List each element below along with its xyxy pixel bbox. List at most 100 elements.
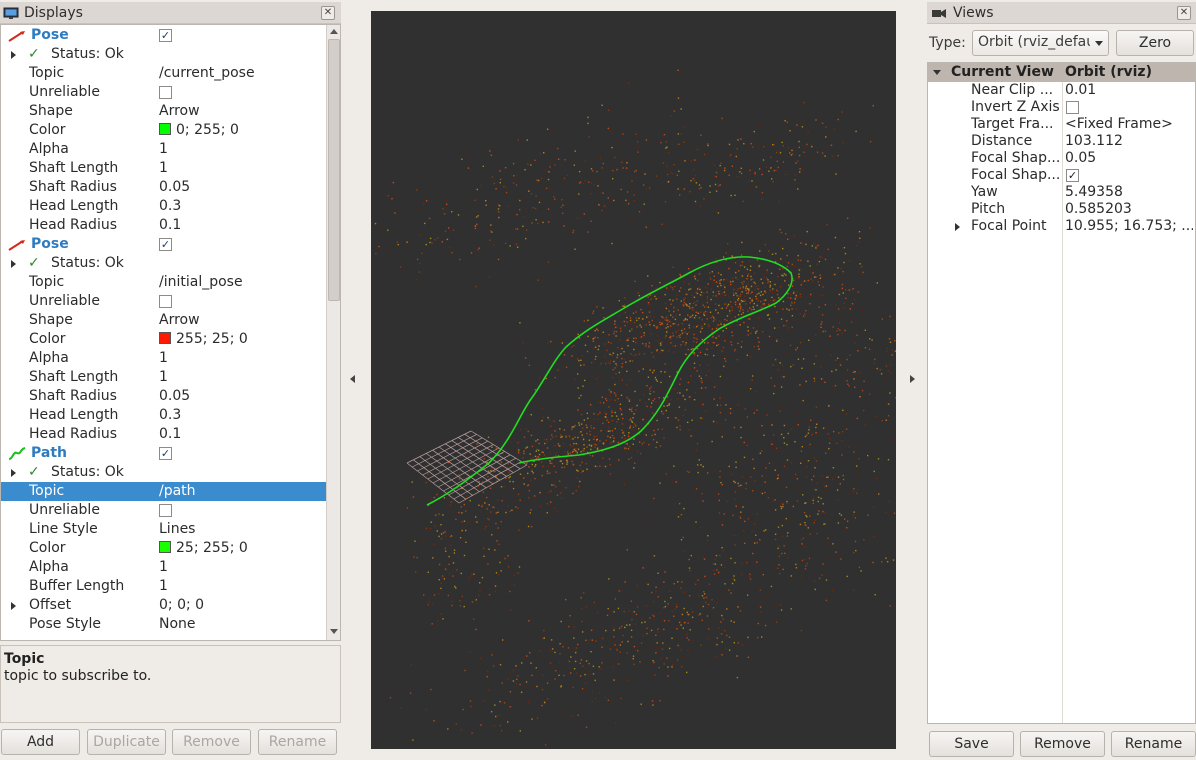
expand-arrow-icon[interactable] [11, 260, 16, 268]
view-property-row[interactable]: Focal Shap... 0.05 [928, 150, 1195, 167]
duplicate-button[interactable]: Duplicate [87, 729, 166, 755]
property-row[interactable]: ✓ Status: Ok [1, 254, 326, 273]
expand-arrow-icon[interactable] [11, 602, 16, 610]
property-value[interactable]: 1 [159, 577, 168, 596]
enable-checkbox[interactable]: ✓ [159, 29, 172, 42]
view-property-checkbox[interactable] [1066, 101, 1079, 114]
property-value[interactable]: 1 [159, 368, 168, 387]
rename-view-button[interactable]: Rename [1111, 731, 1196, 757]
property-row[interactable]: Shaft Radius 0.05 [1, 387, 326, 406]
property-row[interactable]: Head Radius 0.1 [1, 216, 326, 235]
property-row[interactable]: Alpha 1 [1, 558, 326, 577]
save-button[interactable]: Save [929, 731, 1014, 757]
enable-checkbox[interactable]: ✓ [159, 447, 172, 460]
expand-arrow-icon[interactable] [11, 469, 16, 477]
enable-checkbox[interactable]: ✓ [159, 238, 172, 251]
view-property-value[interactable]: 5.49358 [1065, 184, 1193, 201]
property-value[interactable]: 0.05 [159, 387, 190, 406]
property-value[interactable]: 1 [159, 140, 168, 159]
property-value[interactable]: 255; 25; 0 [159, 330, 248, 349]
add-button[interactable]: Add [1, 729, 80, 755]
view-type-select[interactable]: Orbit (rviz_defau [972, 30, 1109, 56]
property-row[interactable]: Color 0; 255; 0 [1, 121, 326, 140]
remove-button[interactable]: Remove [172, 729, 251, 755]
view-property-checkbox[interactable]: ✓ [1066, 169, 1079, 182]
property-value[interactable]: None [159, 615, 196, 634]
property-row[interactable]: Unreliable [1, 292, 326, 311]
scroll-down-icon[interactable] [330, 629, 338, 634]
property-value[interactable]: /current_pose [159, 64, 255, 83]
collapse-left-icon[interactable] [350, 375, 355, 383]
property-row[interactable]: Shape Arrow [1, 102, 326, 121]
view-property-row[interactable]: Yaw 5.49358 [928, 184, 1195, 201]
view-property-row[interactable]: Target Fra... <Fixed Frame> [928, 116, 1195, 133]
view-property-value[interactable]: 10.955; 16.753; ... [1065, 218, 1193, 235]
view-property-row[interactable]: Focal Point 10.955; 16.753; ... [928, 218, 1195, 235]
scrollbar[interactable] [326, 25, 340, 640]
display-row-path[interactable]: Path ✓ [1, 444, 326, 463]
property-row[interactable]: Color 25; 255; 0 [1, 539, 326, 558]
expand-arrow-icon[interactable] [955, 223, 960, 231]
point-cloud-scene[interactable] [371, 11, 896, 749]
property-row[interactable]: Alpha 1 [1, 140, 326, 159]
view-property-row[interactable]: Near Clip ... 0.01 [928, 82, 1195, 99]
render-viewport[interactable] [371, 11, 896, 749]
scroll-up-icon[interactable] [330, 29, 338, 34]
property-value[interactable]: /initial_pose [159, 273, 243, 292]
property-row[interactable]: Buffer Length 1 [1, 577, 326, 596]
property-row[interactable]: Head Length 0.3 [1, 406, 326, 425]
view-property-value[interactable]: 0.05 [1065, 150, 1193, 167]
property-value[interactable]: 0.3 [159, 406, 181, 425]
view-property-row[interactable]: Focal Shap... ✓ [928, 167, 1195, 184]
property-row[interactable]: Shape Arrow [1, 311, 326, 330]
property-value[interactable]: 0.3 [159, 197, 181, 216]
property-row[interactable]: Shaft Length 1 [1, 159, 326, 178]
view-property-row[interactable]: Invert Z Axis [928, 99, 1195, 116]
property-value[interactable]: Lines [159, 520, 195, 539]
close-icon[interactable]: ✕ [1177, 6, 1191, 20]
property-row[interactable]: Topic/current_pose [1, 64, 326, 83]
property-row[interactable]: Line Style Lines [1, 520, 326, 539]
close-icon[interactable]: ✕ [321, 6, 335, 20]
property-value[interactable]: 0; 0; 0 [159, 596, 204, 615]
property-row[interactable]: ✓ Status: Ok [1, 463, 326, 482]
property-value[interactable]: 1 [159, 558, 168, 577]
expanded-icon[interactable] [933, 70, 941, 75]
expand-arrow-icon[interactable] [11, 51, 16, 59]
property-value[interactable]: 25; 255; 0 [159, 539, 248, 558]
property-value[interactable]: 0.05 [159, 178, 190, 197]
view-property-row[interactable]: Distance 103.112 [928, 133, 1195, 150]
collapse-right-icon[interactable] [910, 375, 915, 383]
property-checkbox[interactable] [159, 86, 172, 99]
property-row[interactable]: ✓ Status: Ok [1, 45, 326, 64]
property-row[interactable]: Color 255; 25; 0 [1, 330, 326, 349]
property-value[interactable]: 0.1 [159, 216, 181, 235]
current-view-header[interactable]: Current View Orbit (rviz) [928, 63, 1195, 82]
view-property-value[interactable]: <Fixed Frame> [1065, 116, 1193, 133]
view-property-value[interactable]: 0.01 [1065, 82, 1193, 99]
property-row[interactable]: Pose Style None [1, 615, 326, 634]
property-value[interactable]: 1 [159, 349, 168, 368]
view-property-row[interactable]: Pitch 0.585203 [928, 201, 1195, 218]
view-property-value[interactable]: 0.585203 [1065, 201, 1193, 218]
property-value[interactable]: 0; 255; 0 [159, 121, 239, 140]
property-checkbox[interactable] [159, 295, 172, 308]
property-row[interactable]: Unreliable [1, 501, 326, 520]
property-row[interactable]: Topic/initial_pose [1, 273, 326, 292]
display-row-pose[interactable]: Pose ✓ [1, 235, 326, 254]
property-row[interactable]: Unreliable [1, 83, 326, 102]
property-value[interactable]: Arrow [159, 102, 200, 121]
zero-button[interactable]: Zero [1116, 30, 1194, 56]
property-row[interactable]: Shaft Length 1 [1, 368, 326, 387]
property-row[interactable]: Topic/path [1, 482, 326, 501]
view-property-value[interactable]: 103.112 [1065, 133, 1193, 150]
property-row[interactable]: Head Radius 0.1 [1, 425, 326, 444]
property-row[interactable]: Head Length 0.3 [1, 197, 326, 216]
rename-button[interactable]: Rename [258, 729, 337, 755]
property-value[interactable]: 0.1 [159, 425, 181, 444]
property-row[interactable]: Offset 0; 0; 0 [1, 596, 326, 615]
property-value[interactable]: Arrow [159, 311, 200, 330]
property-row[interactable]: Alpha 1 [1, 349, 326, 368]
property-row[interactable]: Shaft Radius 0.05 [1, 178, 326, 197]
property-value[interactable]: 1 [159, 159, 168, 178]
